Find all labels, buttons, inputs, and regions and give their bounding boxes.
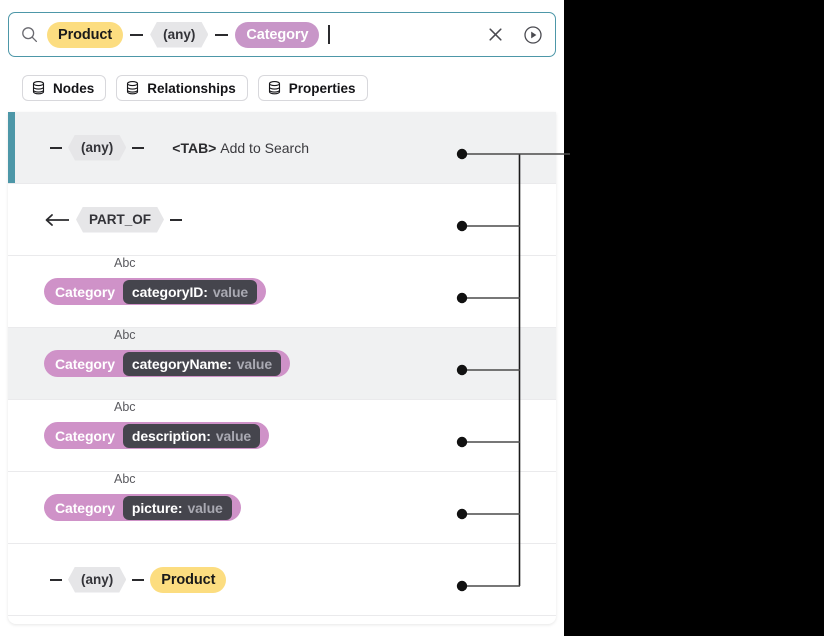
property-pill: Category picture: value <box>44 494 241 521</box>
database-icon <box>32 81 45 95</box>
suggestion-list: (any) <TAB> Add to Search PART_OF <box>8 112 556 624</box>
suggestion-row-property-categoryid[interactable]: Abc Category categoryID: value <box>8 256 556 328</box>
search-bar-actions <box>483 23 545 47</box>
suggestion-row-content: (any) <TAB> Add to Search <box>44 135 309 161</box>
database-icon <box>126 81 139 95</box>
relationship-any-chip: (any) <box>68 135 126 161</box>
property-chip-group: Abc Category categoryID: value <box>44 278 266 305</box>
relationship-any-chip: (any) <box>68 567 126 593</box>
search-tokens[interactable]: Product (any) Category <box>47 13 477 56</box>
lead-dash <box>50 579 62 581</box>
property-value: value <box>216 428 251 444</box>
filter-tabs: Nodes Relationships <box>8 64 556 112</box>
property-key: description: <box>132 428 211 444</box>
search-token-dash-1 <box>130 34 143 36</box>
tab-relationships-label: Relationships <box>147 81 236 96</box>
suggestion-row-any-tab[interactable]: (any) <TAB> Add to Search <box>8 112 556 184</box>
play-circle-icon <box>523 25 543 45</box>
property-key: categoryName: <box>132 356 232 372</box>
run-search-button[interactable] <box>521 23 545 47</box>
property-node-label: Category <box>44 500 123 516</box>
property-chip-group: Abc Category picture: value <box>44 494 241 521</box>
property-key: picture: <box>132 500 183 516</box>
trail-dash <box>132 147 144 149</box>
property-pill: Category categoryID: value <box>44 278 266 305</box>
tab-hint: <TAB> Add to Search <box>172 140 309 156</box>
tab-properties-label: Properties <box>289 81 356 96</box>
property-pill: Category description: value <box>44 422 269 449</box>
property-pill: Category categoryName: value <box>44 350 290 377</box>
trail-dash <box>132 579 144 581</box>
tab-relationships[interactable]: Relationships <box>116 75 248 101</box>
suggestion-row-property-picture[interactable]: Abc Category picture: value <box>8 472 556 544</box>
suggestion-row-property-categoryname[interactable]: Abc Category categoryName: value <box>8 328 556 400</box>
property-key: categoryID: <box>132 284 208 300</box>
suggestion-row-content: PART_OF <box>44 207 188 233</box>
property-keyvalue: categoryID: value <box>123 280 257 304</box>
suggestion-row-content: (any) Product <box>44 567 226 593</box>
tab-nodes-label: Nodes <box>53 81 94 96</box>
clear-search-button[interactable] <box>483 23 507 47</box>
property-node-label: Category <box>44 428 123 444</box>
suggestion-row-any-product[interactable]: (any) Product <box>8 544 556 616</box>
property-keyvalue: picture: value <box>123 496 232 520</box>
node-chip-product: Product <box>150 567 226 593</box>
search-panel-surface: Product (any) Category <box>0 0 564 636</box>
property-value: value <box>187 500 222 516</box>
database-icon <box>268 81 281 95</box>
property-node-label: Category <box>44 284 123 300</box>
property-value: value <box>237 356 272 372</box>
trail-dash <box>170 219 182 221</box>
close-icon <box>487 26 504 43</box>
tab-nodes[interactable]: Nodes <box>22 75 106 101</box>
property-chip-group: Abc Category description: value <box>44 422 269 449</box>
property-keyvalue: categoryName: value <box>123 352 281 376</box>
property-type-label: Abc <box>114 256 136 270</box>
tab-hint-key: <TAB> <box>172 140 216 156</box>
lead-dash <box>50 147 62 149</box>
search-icon <box>21 26 38 43</box>
search-token-product[interactable]: Product <box>47 22 123 48</box>
property-chip-group: Abc Category categoryName: value <box>44 350 290 377</box>
search-token-category[interactable]: Category <box>235 22 319 48</box>
search-token-any[interactable]: (any) <box>150 22 208 48</box>
arrow-left-icon <box>44 213 70 227</box>
search-token-dash-2 <box>215 34 228 36</box>
property-type-label: Abc <box>114 328 136 342</box>
property-value: value <box>213 284 248 300</box>
suggestion-row-property-description[interactable]: Abc Category description: value <box>8 400 556 472</box>
text-cursor <box>328 25 330 44</box>
tab-hint-text: Add to Search <box>220 140 309 156</box>
tab-properties[interactable]: Properties <box>258 75 368 101</box>
app-root: Product (any) Category <box>0 0 824 636</box>
relationship-type-chip: PART_OF <box>76 207 164 233</box>
property-type-label: Abc <box>114 472 136 486</box>
property-keyvalue: description: value <box>123 424 260 448</box>
suggestion-row-part-of[interactable]: PART_OF <box>8 184 556 256</box>
property-type-label: Abc <box>114 400 136 414</box>
search-bar[interactable]: Product (any) Category <box>8 12 556 57</box>
property-node-label: Category <box>44 356 123 372</box>
